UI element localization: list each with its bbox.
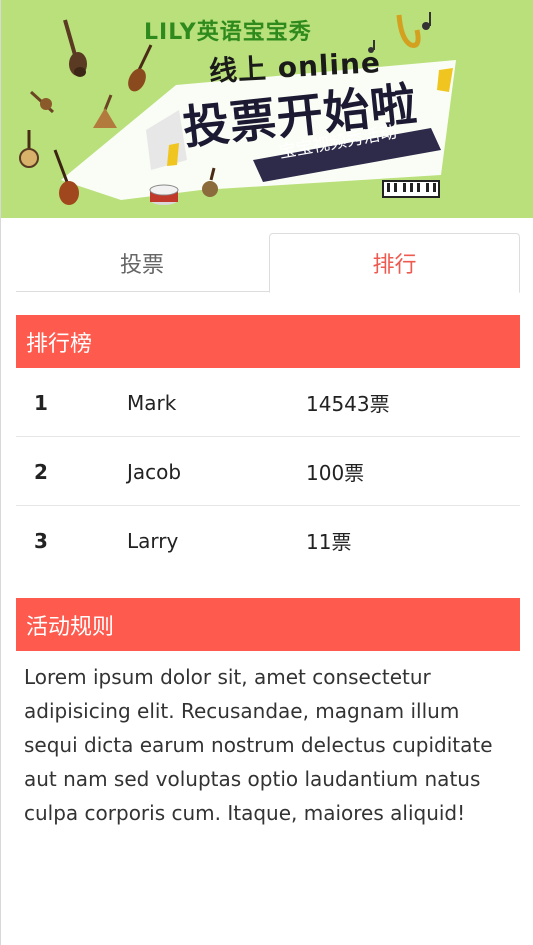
table-row: 3 Larry 11票 [16, 506, 520, 575]
saxophone-icon [396, 14, 421, 48]
keyboard-icon [382, 180, 440, 198]
activity-banner: LILY英语宝宝秀 线上 online 投票开始啦 宝宝视频秀活动 [1, 0, 533, 218]
banjo-icon [19, 130, 39, 168]
balalaika-icon [93, 94, 117, 128]
vote-count: 14543票 [306, 392, 390, 416]
guitar-icon [63, 19, 87, 77]
rules-header: 活动规则 [16, 598, 520, 651]
tab-ranking[interactable]: 排行 [269, 233, 520, 293]
rules-text: Lorem ipsum dolor sit, amet consectetur … [24, 665, 493, 825]
ranking-header: 排行榜 [16, 315, 520, 368]
tab-bar: 投票 排行 [16, 233, 520, 293]
violin-icon [128, 44, 153, 92]
rank-number: 2 [34, 459, 48, 484]
ranking-table: 1 Mark 14543票 2 Jacob 100票 3 Larry 11票 [16, 368, 520, 575]
vote-count: 11票 [306, 530, 352, 554]
table-row: 1 Mark 14543票 [16, 368, 520, 437]
banner-brand: LILY英语宝宝秀 [144, 20, 312, 45]
rank-number: 1 [34, 390, 48, 415]
tab-vote[interactable]: 投票 [16, 233, 268, 292]
drum-icon [149, 184, 179, 205]
contestant-name: Mark [127, 390, 177, 415]
horn-icon [29, 90, 55, 114]
contestant-name: Larry [127, 528, 179, 553]
table-row: 2 Jacob 100票 [16, 437, 520, 506]
contestant-name: Jacob [127, 459, 182, 484]
rank-number: 3 [34, 528, 48, 553]
vote-count: 100票 [306, 461, 365, 485]
